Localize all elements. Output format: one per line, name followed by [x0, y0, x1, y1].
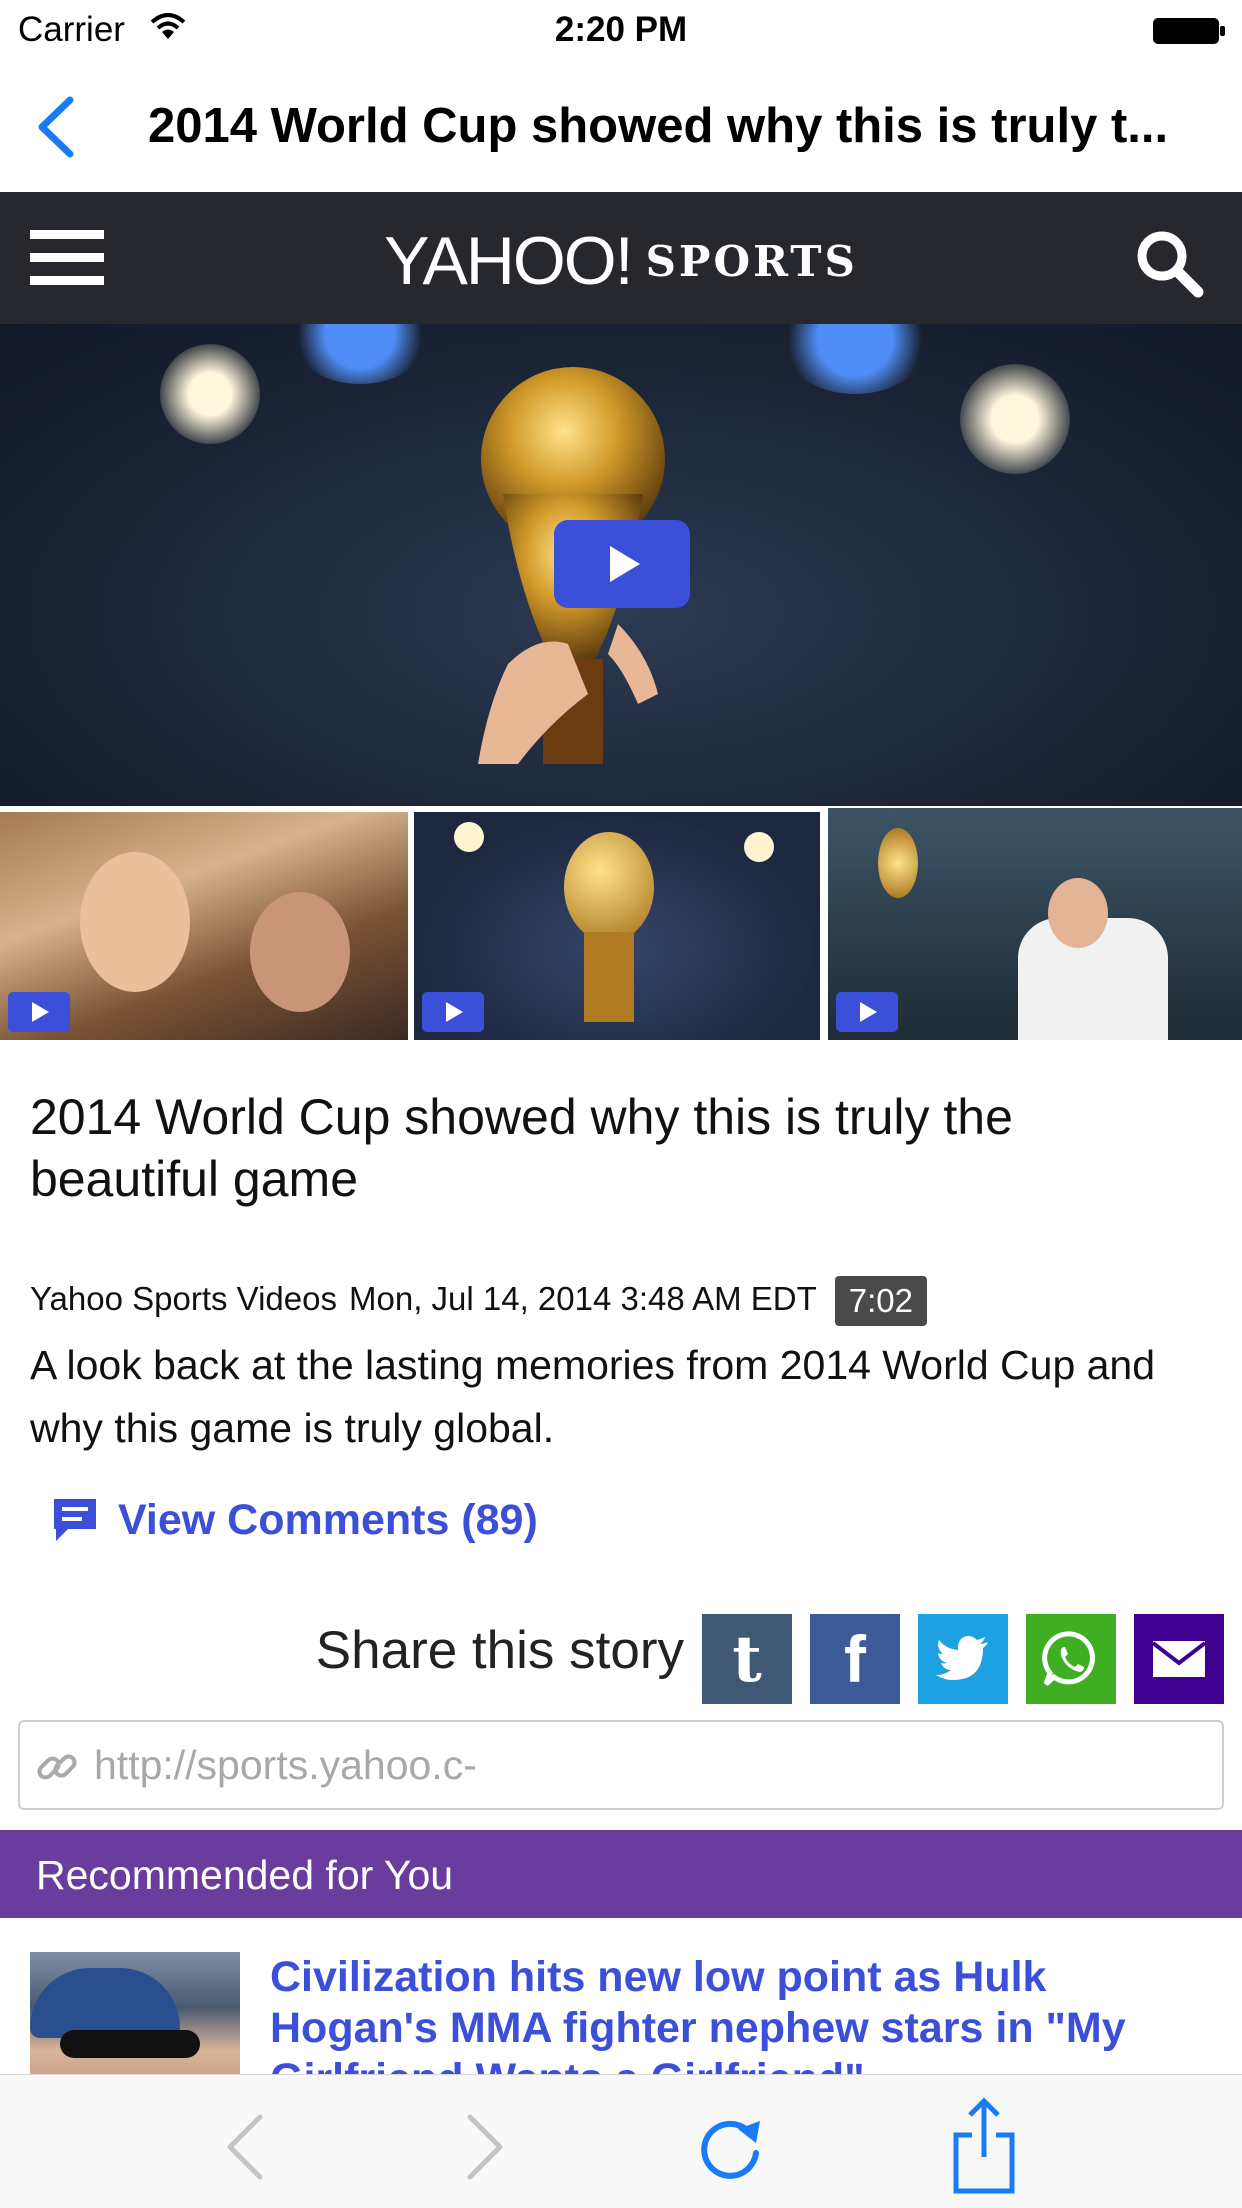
site-header: YAHOO! SPORTS [0, 192, 1242, 324]
recommended-headline[interactable]: Civilization hits new low point as Hulk … [270, 1952, 1210, 2078]
bokeh-light [290, 324, 430, 384]
play-button[interactable] [554, 520, 690, 608]
search-icon[interactable] [1134, 228, 1204, 298]
trophy-thumb-base [584, 932, 634, 1022]
recommended-header: Recommended for You [0, 1830, 1242, 1918]
bokeh-light [960, 364, 1070, 474]
bokeh-light [160, 344, 260, 444]
share-icon[interactable] [944, 2095, 1024, 2195]
article-meta: Yahoo Sports Videos Mon, Jul 14, 2014 3:4… [30, 1276, 939, 1326]
thumb-glasses [60, 2030, 200, 2058]
view-comments-label: View Comments (89) [118, 1495, 538, 1544]
yahoo-sports-logo[interactable]: YAHOO! SPORTS [0, 222, 1242, 300]
bokeh-light [780, 324, 930, 394]
recommended-thumbnail [30, 1952, 240, 2078]
video-player[interactable] [0, 324, 1242, 806]
recommended-title: Recommended for You [36, 1852, 454, 1898]
back-chevron-icon[interactable] [32, 92, 82, 162]
nav-title: 2014 World Cup showed why this is truly … [148, 99, 1169, 153]
tumblr-icon: t [732, 1621, 762, 1697]
article-source: Yahoo Sports Videos [30, 1279, 337, 1317]
video-thumbnail-1[interactable] [0, 812, 408, 1040]
share-url-text: http://sports.yahoo.c- [94, 1742, 477, 1788]
fan-face [80, 852, 190, 992]
bokeh-light [454, 822, 484, 852]
play-icon [8, 992, 70, 1032]
nav-bar: 2014 World Cup showed why this is truly … [0, 62, 1242, 192]
reload-icon[interactable] [690, 2107, 770, 2187]
browser-forward-icon[interactable] [444, 2107, 524, 2187]
facebook-icon: f [844, 1622, 866, 1696]
play-icon [422, 992, 484, 1032]
comment-icon [54, 1499, 96, 1541]
battery-icon [1153, 18, 1225, 44]
player-face [1048, 878, 1108, 948]
share-twitter-button[interactable] [918, 1614, 1008, 1704]
share-label: Share this story [315, 1621, 684, 1680]
view-comments-link[interactable]: View Comments (89) [50, 1490, 538, 1550]
status-time: 2:20 PM [554, 10, 688, 49]
trophy-thumb [878, 828, 918, 898]
share-facebook-button[interactable]: f [810, 1614, 900, 1704]
article-headline: 2014 World Cup showed why this is truly … [30, 1089, 1013, 1207]
video-thumbnails [0, 806, 1242, 1042]
bokeh-light [744, 832, 774, 862]
logo-word: YAHOO! [384, 223, 633, 299]
article-date: Mon, Jul 14, 2014 3:48 AM EDT [349, 1279, 817, 1317]
share-tumblr-button[interactable]: t [702, 1614, 792, 1704]
video-thumbnail-2[interactable] [414, 812, 820, 1040]
browser-toolbar [0, 2074, 1242, 2208]
email-icon [1151, 1641, 1207, 1677]
thumb-bandana [30, 1968, 180, 2038]
trophy-thumb [564, 832, 654, 942]
share-whatsapp-button[interactable] [1026, 1614, 1116, 1704]
video-thumbnail-3[interactable] [828, 808, 1242, 1040]
share-email-button[interactable] [1134, 1614, 1224, 1704]
link-icon [37, 1754, 77, 1780]
whatsapp-icon [1042, 1631, 1095, 1686]
twitter-bird-icon [936, 1636, 988, 1680]
video-duration-badge: 7:02 [834, 1276, 927, 1326]
fan-face [250, 892, 350, 1012]
logo-section: SPORTS [645, 237, 858, 286]
recommended-item[interactable]: Civilization hits new low point as Hulk … [0, 1918, 1242, 2078]
browser-back-icon[interactable] [210, 2107, 290, 2187]
play-icon [836, 992, 898, 1032]
article-summary: A look back at the lasting memories from… [30, 1342, 1156, 1451]
status-bar: Carrier 2:20 PM [0, 0, 1242, 62]
share-url-field[interactable]: http://sports.yahoo.c- [18, 1720, 1224, 1810]
